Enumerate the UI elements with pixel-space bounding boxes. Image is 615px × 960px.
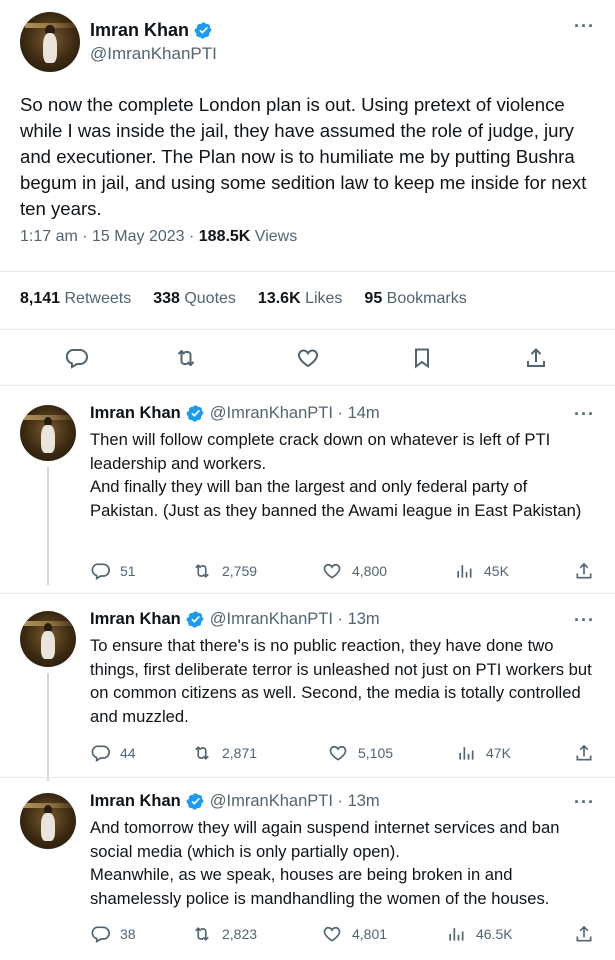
divider	[0, 329, 615, 330]
views-button[interactable]: 45K	[454, 561, 509, 581]
reply-text: To ensure that there's is no public reac…	[90, 636, 592, 726]
reply-button[interactable]: 38	[90, 924, 136, 944]
reply-header: Imran Khan @ImranKhanPTI · 13m	[90, 792, 380, 811]
share-button[interactable]	[574, 743, 594, 763]
share-icon	[576, 925, 592, 942]
author-handle[interactable]: @ImranKhanPTI · 14m	[210, 404, 380, 423]
author-handle[interactable]: @ImranKhanPTI	[90, 44, 217, 64]
views-count: 46.5K	[476, 926, 513, 942]
reply-action-bar: 38 2,823 4,801 46.5K	[90, 924, 600, 948]
reply-text: And tomorrow they will again suspend int…	[90, 818, 560, 908]
author-name[interactable]: Imran Khan	[90, 610, 181, 629]
more-options-icon[interactable]: ···	[574, 16, 595, 37]
divider	[0, 593, 615, 594]
retweet-count: 2,823	[222, 926, 258, 942]
reply-tweet[interactable]: Imran Khan @ImranKhanPTI · 13m ··· To en…	[0, 601, 615, 781]
thread-line	[47, 467, 49, 585]
author-handle[interactable]: @ImranKhanPTI · 13m	[210, 792, 380, 811]
bookmark-icon[interactable]	[410, 346, 434, 370]
like-button[interactable]: 4,801	[322, 924, 387, 944]
retweet-count: 2,759	[222, 563, 258, 579]
reply-button[interactable]: 44	[90, 743, 136, 763]
tweet-text: So now the complete London plan is out. …	[20, 94, 587, 219]
views-count: 45K	[484, 563, 509, 579]
views-button[interactable]: 46.5K	[446, 924, 513, 944]
divider	[0, 385, 615, 386]
views-count: 188.5K	[198, 228, 251, 245]
views-icon	[459, 747, 474, 760]
views-icon	[457, 565, 472, 578]
reply-header: Imran Khan @ImranKhanPTI · 13m	[90, 610, 380, 629]
quotes-stat[interactable]: 338 Quotes	[153, 290, 236, 308]
share-icon	[576, 562, 592, 579]
more-options-icon[interactable]: ···	[574, 792, 595, 813]
like-count: 5,105	[358, 745, 394, 761]
views-count: 47K	[486, 745, 511, 761]
reply-icon[interactable]	[64, 346, 88, 370]
views-icon	[449, 928, 464, 941]
avatar[interactable]	[20, 405, 76, 461]
like-button[interactable]: 4,800	[322, 561, 387, 581]
more-options-icon[interactable]: ···	[574, 404, 595, 425]
action-bar	[0, 346, 615, 376]
like-button[interactable]: 5,105	[328, 743, 393, 763]
likes-stat[interactable]: 13.6K Likes	[258, 290, 343, 308]
reply-tweet[interactable]: Imran Khan @ImranKhanPTI · 13m ··· And t…	[0, 783, 615, 960]
reply-action-bar: 44 2,871 5,105 47K	[90, 743, 600, 767]
retweet-count: 2,871	[222, 745, 258, 761]
tweet-timestamp[interactable]: 1:17 am · 15 May 2023 ·	[20, 228, 199, 245]
verified-badge-icon	[186, 611, 204, 628]
retweets-stat[interactable]: 8,141 Retweets	[20, 290, 131, 308]
reply-count: 44	[120, 745, 136, 761]
avatar[interactable]	[20, 793, 76, 849]
like-icon[interactable]	[296, 346, 320, 370]
reply-tweet[interactable]: Imran Khan @ImranKhanPTI · 14m ··· Then …	[0, 395, 615, 585]
retweet-button[interactable]: 2,871	[192, 743, 257, 763]
tweet-meta: 1:17 am · 15 May 2023 · 188.5K Views	[20, 228, 297, 246]
author-name[interactable]: Imran Khan	[90, 20, 213, 41]
avatar[interactable]	[20, 12, 80, 72]
reply-button[interactable]: 51	[90, 561, 136, 581]
retweet-icon	[195, 746, 209, 760]
reply-header: Imran Khan @ImranKhanPTI · 14m	[90, 404, 380, 423]
reply-count: 38	[120, 926, 136, 942]
avatar[interactable]	[20, 611, 76, 667]
retweet-button[interactable]: 2,823	[192, 924, 257, 944]
main-tweet: Imran Khan @ImranKhanPTI ··· So now the …	[0, 0, 615, 385]
like-icon	[323, 926, 341, 942]
author-name[interactable]: Imran Khan	[90, 404, 181, 423]
thread-line	[47, 673, 49, 781]
retweet-icon	[195, 927, 209, 941]
verified-badge-icon	[194, 22, 212, 39]
more-options-icon[interactable]: ···	[574, 610, 595, 631]
author-name[interactable]: Imran Khan	[90, 792, 181, 811]
reply-action-bar: 51 2,759 4,800 45K	[90, 561, 600, 585]
retweet-icon[interactable]	[174, 346, 198, 370]
like-icon	[323, 563, 341, 579]
reply-text: Then will follow complete crack down on …	[90, 430, 582, 520]
like-icon	[329, 745, 347, 761]
like-count: 4,801	[352, 926, 388, 942]
share-icon	[576, 744, 592, 761]
reply-icon	[91, 926, 110, 943]
verified-badge-icon	[186, 793, 204, 810]
reply-icon	[91, 563, 110, 580]
share-button[interactable]	[574, 561, 594, 581]
retweet-button[interactable]: 2,759	[192, 561, 257, 581]
engagement-stats: 8,141 Retweets 338 Quotes 13.6K Likes 95…	[20, 290, 489, 308]
bookmarks-stat[interactable]: 95 Bookmarks	[364, 290, 466, 308]
views-label: Views	[250, 228, 298, 245]
retweet-icon	[195, 564, 209, 578]
share-icon[interactable]	[524, 346, 548, 370]
author-handle[interactable]: @ImranKhanPTI · 13m	[210, 610, 380, 629]
verified-badge-icon	[186, 405, 204, 422]
divider	[0, 777, 615, 778]
reply-count: 51	[120, 563, 136, 579]
share-button[interactable]	[574, 924, 594, 944]
reply-icon	[91, 745, 110, 762]
like-count: 4,800	[352, 563, 388, 579]
views-button[interactable]: 47K	[456, 743, 511, 763]
divider	[0, 271, 615, 272]
